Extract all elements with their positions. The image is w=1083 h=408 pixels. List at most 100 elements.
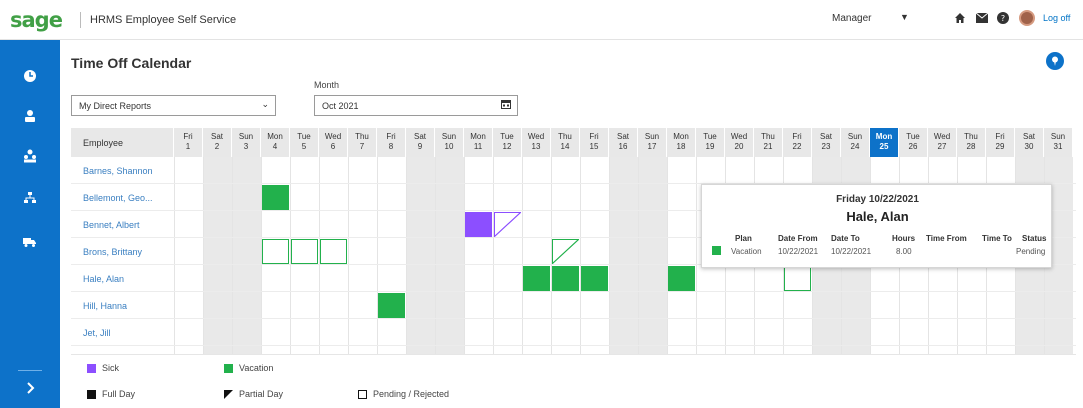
employee-name-link[interactable]: Hill, Hanna [71,292,174,319]
day-number: 17 [647,142,657,151]
day-header-2[interactable]: Sat 2 [203,128,232,157]
day-header-13[interactable]: Wed 13 [522,128,551,157]
legend-sick-label: Sick [102,363,120,373]
day-header-31[interactable]: Sun 31 [1044,128,1073,157]
top-header: sage HRMS Employee Self Service Manager … [0,0,1083,40]
tooltip-status-header: Status [1022,234,1047,243]
day-header-22[interactable]: Fri 22 [783,128,812,157]
day-header-12[interactable]: Tue 12 [493,128,522,157]
day-header-8[interactable]: Fri 8 [377,128,406,157]
day-of-week: Tue [703,132,717,141]
chevron-right-icon[interactable] [20,378,40,398]
employee-column-header: Employee [71,128,174,157]
day-header-19[interactable]: Tue 19 [696,128,725,157]
day-header-4[interactable]: Mon 4 [261,128,290,157]
day-header-28[interactable]: Thu 28 [957,128,986,157]
day-header-15[interactable]: Fri 15 [580,128,609,157]
day-of-week: Wed [730,132,748,141]
employee-name-link[interactable]: Brons, Brittany [71,238,174,265]
time-off-block-vacation-full[interactable] [668,266,695,291]
day-header-30[interactable]: Sat 30 [1015,128,1044,157]
day-header-9[interactable]: Sat 9 [406,128,435,157]
help-icon[interactable]: ? [996,11,1010,25]
day-number: 14 [560,142,570,151]
day-of-week: Sun [644,132,660,141]
day-header-29[interactable]: Fri 29 [986,128,1015,157]
day-header-16[interactable]: Sat 16 [609,128,638,157]
employee-name-link[interactable]: Hale, Alan [71,265,174,292]
employee-name-link[interactable]: Bennet, Albert [71,211,174,238]
clock-icon[interactable] [20,66,40,86]
day-number: 23 [821,142,831,151]
day-header-11[interactable]: Mon 11 [464,128,493,157]
tooltip-status-value: Pending [1016,247,1046,256]
time-off-block-vacation-full[interactable] [581,266,608,291]
day-header-10[interactable]: Sun 10 [435,128,464,157]
tooltip-plan-header: Plan [735,234,752,243]
calendar-legend: Sick Vacation Full Day Partial Day Pendi… [71,354,1076,404]
home-icon[interactable] [953,11,967,25]
tooltip-date-to-value: 10/22/2021 [831,247,872,256]
day-of-week: Mon [470,132,486,141]
calendar-icon[interactable] [501,99,511,112]
day-number: 3 [243,142,249,151]
day-of-week: Thu [761,132,775,141]
day-header-25[interactable]: Mon 25 [870,128,899,157]
day-of-week: Sun [1050,132,1066,141]
time-off-block-sick-partial[interactable] [494,212,521,237]
day-number: 8 [388,142,394,151]
day-of-week: Fri [995,132,1005,141]
time-off-block-vacation-full[interactable] [262,185,289,210]
month-input[interactable]: Oct 2021 [314,95,518,116]
employee-name-link[interactable]: Barnes, Shannon [71,157,174,184]
day-header-17[interactable]: Sun 17 [638,128,667,157]
time-off-block-vacation-pending[interactable] [262,239,289,264]
time-off-block-vacation-full[interactable] [523,266,550,291]
time-off-block-vacation-partial[interactable] [552,239,579,264]
time-off-block-vacation-pending[interactable] [784,266,811,291]
direct-reports-select[interactable]: My Direct Reports ⌄ [71,95,276,116]
day-number: 7 [359,142,365,151]
day-of-week: Wed [324,132,342,141]
day-header-27[interactable]: Wed 27 [928,128,957,157]
truck-icon[interactable] [20,232,40,252]
day-header-21[interactable]: Thu 21 [754,128,783,157]
day-header-26[interactable]: Tue 26 [899,128,928,157]
day-number: 10 [444,142,454,151]
day-of-week: Fri [386,132,396,141]
mail-icon[interactable] [975,11,989,25]
day-header-14[interactable]: Thu 14 [551,128,580,157]
chevron-down-icon[interactable]: ▼ [900,12,909,22]
employee-name-link[interactable]: Jet, Jill [71,319,174,346]
day-header-20[interactable]: Wed 20 [725,128,754,157]
employee-name-link[interactable]: Bellemont, Geo... [71,184,174,211]
day-header-3[interactable]: Sun 3 [232,128,261,157]
svg-text:?: ? [1001,14,1005,23]
table-row: Jet, Jill [71,319,1076,346]
day-of-week: Sun [238,132,254,141]
day-header-1[interactable]: Fri 1 [174,128,203,157]
person-icon[interactable] [20,106,40,126]
time-off-block-vacation-pending[interactable] [291,239,318,264]
pin-icon[interactable] [1046,52,1064,70]
day-header-18[interactable]: Mon 18 [667,128,696,157]
day-of-week: Tue [500,132,514,141]
day-number: 16 [618,142,628,151]
day-header-23[interactable]: Sat 23 [812,128,841,157]
time-off-block-vacation-full[interactable] [552,266,579,291]
day-header-7[interactable]: Thu 7 [348,128,377,157]
avatar[interactable] [1019,10,1035,26]
time-off-block-vacation-pending[interactable] [320,239,347,264]
sage-logo[interactable]: sage [10,8,63,32]
day-number: 26 [908,142,918,151]
time-off-block-sick-full[interactable] [465,212,492,237]
day-header-6[interactable]: Wed 6 [319,128,348,157]
day-header-5[interactable]: Tue 5 [290,128,319,157]
role-select[interactable]: Manager [832,13,871,24]
org-chart-icon[interactable] [20,188,40,208]
team-icon[interactable] [20,146,40,166]
day-header-24[interactable]: Sun 24 [841,128,870,157]
time-off-block-vacation-full[interactable] [378,293,405,318]
logoff-link[interactable]: Log off [1043,13,1070,23]
tooltip-time-to-header: Time To [982,234,1012,243]
